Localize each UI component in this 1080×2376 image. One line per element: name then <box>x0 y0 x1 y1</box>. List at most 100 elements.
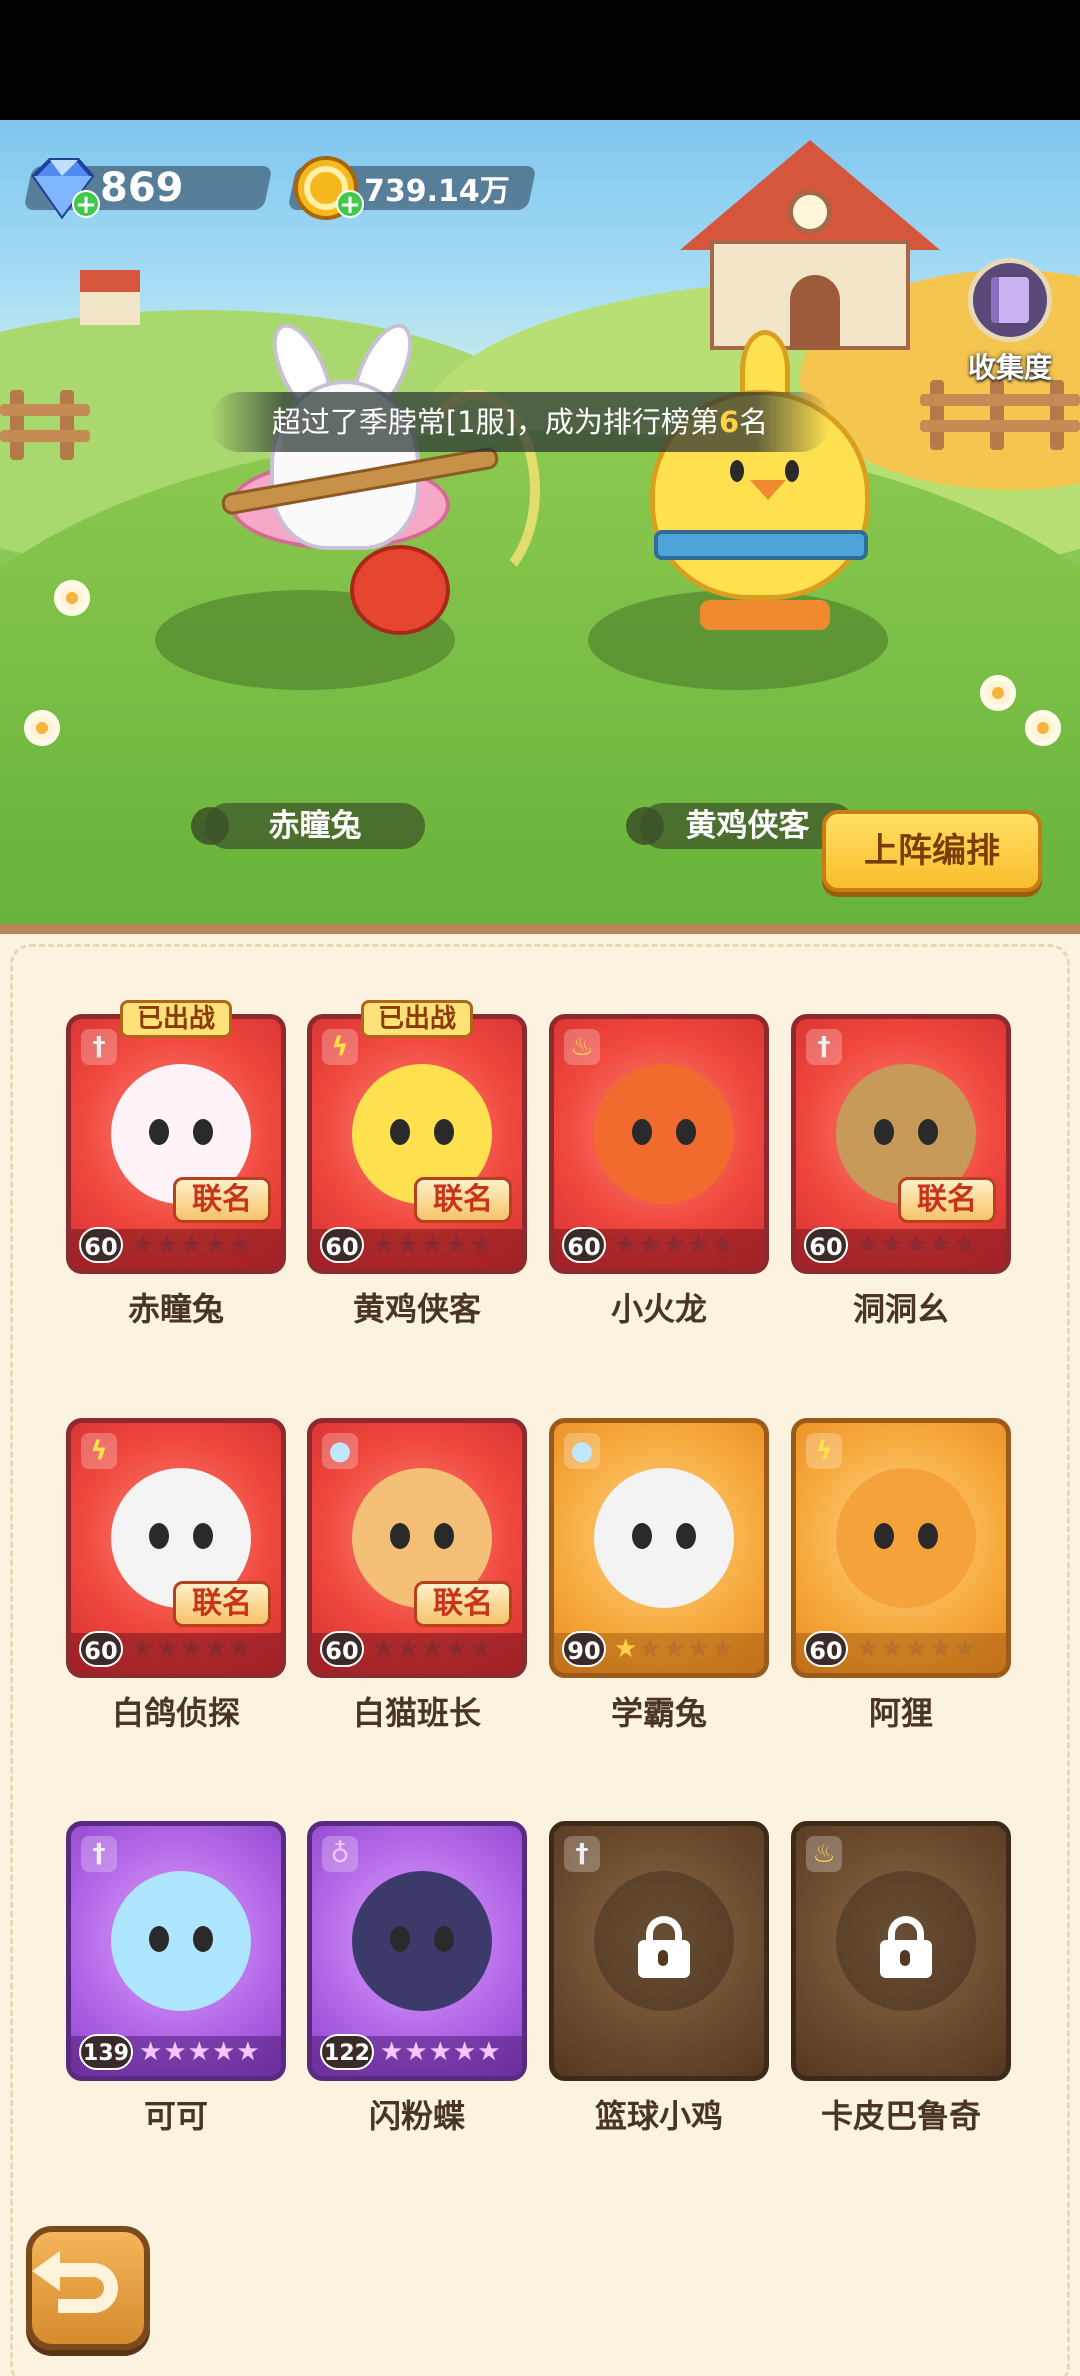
collab-badge: 联名 <box>414 1581 512 1627</box>
rank-banner: 超过了季脖常[1服]，成为排行榜第6名 <box>210 392 830 452</box>
hero-red-eye-rabbit[interactable] <box>210 315 540 650</box>
collection-label: 收集度 <box>967 351 1052 384</box>
fire-icon: ♨ <box>806 1836 842 1872</box>
star-rating: ★★★★★ <box>131 1631 253 1667</box>
level-badge: 60 <box>320 1227 364 1263</box>
thunder-icon: ϟ <box>322 1029 358 1065</box>
hero-card[interactable]: † 60 ★★★★★ 联名 <box>791 1014 1011 1274</box>
hero-portrait <box>352 1871 492 2011</box>
rank-text-suffix: 名 <box>739 405 769 439</box>
star-empty-icon: ★ <box>928 1230 954 1260</box>
hero-card[interactable]: ϟ 60 ★★★★★ 联名 <box>66 1418 286 1678</box>
star-filled-icon: ★ <box>236 2037 261 2067</box>
hero-card-name: 赤瞳兔 <box>127 1290 224 1328</box>
lantern <box>350 545 450 635</box>
sword-icon: † <box>81 1836 117 1872</box>
book-icon <box>968 258 1052 342</box>
gem-amount: 869 <box>100 165 184 211</box>
hero-card-name: 小火龙 <box>610 1290 707 1328</box>
star-empty-icon: ★ <box>372 1230 397 1260</box>
star-empty-icon: ★ <box>155 1634 180 1664</box>
hero-card[interactable]: ϟ 60 ★★★★★ 联名 <box>307 1014 527 1274</box>
level-badge: 60 <box>320 1631 364 1667</box>
water-icon: ● <box>564 1433 600 1469</box>
flower <box>980 675 1016 711</box>
back-arrow-icon <box>32 2251 118 2313</box>
flower <box>1025 710 1061 746</box>
star-rating: ★★★★★ <box>380 2034 502 2070</box>
level-badge: 60 <box>804 1631 848 1667</box>
gem-counter[interactable]: 869 + <box>23 158 273 220</box>
star-empty-icon: ★ <box>856 1634 881 1664</box>
collection-button[interactable]: 收集度 <box>955 258 1065 388</box>
collab-badge: 联名 <box>414 1177 512 1223</box>
hero-card[interactable]: ● 60 ★★★★★ 联名 <box>307 1418 527 1678</box>
hero-card-name: 白猫班长 <box>352 1694 481 1732</box>
paw-icon <box>191 807 229 845</box>
collab-badge: 联名 <box>898 1177 996 1223</box>
star-empty-icon: ★ <box>711 1230 736 1260</box>
lineup-button[interactable]: 上阵编排 <box>822 810 1042 892</box>
star-empty-icon: ★ <box>953 1230 978 1260</box>
fire-icon: ♨ <box>564 1029 600 1065</box>
status-bar <box>0 0 1080 120</box>
star-rating: ★★★★★ <box>372 1227 494 1263</box>
star-empty-icon: ★ <box>444 1230 470 1260</box>
star-empty-icon: ★ <box>638 1634 663 1664</box>
star-empty-icon: ★ <box>396 1230 421 1260</box>
hero-card-name: 白鸽侦探 <box>111 1694 240 1732</box>
star-filled-icon: ★ <box>428 2037 453 2067</box>
star-empty-icon: ★ <box>228 1634 253 1664</box>
collab-badge: 联名 <box>173 1581 271 1627</box>
star-empty-icon: ★ <box>477 2037 502 2067</box>
star-empty-icon: ★ <box>203 1634 229 1664</box>
star-empty-icon: ★ <box>904 1230 929 1260</box>
hero-card[interactable]: † 139 ★★★★★ <box>66 1821 286 2081</box>
star-filled-icon: ★ <box>163 2037 188 2067</box>
coin-counter[interactable]: 739.14万 + <box>287 156 537 220</box>
star-filled-icon: ★ <box>187 2037 212 2067</box>
hero-card[interactable]: ♨ 60 ★★★★★ <box>549 1014 769 1274</box>
hero-yellow-chick[interactable] <box>620 330 910 650</box>
level-badge: 60 <box>562 1227 606 1263</box>
star-empty-icon: ★ <box>396 1634 421 1664</box>
star-rating: ★★★★★ <box>856 1631 978 1667</box>
star-empty-icon: ★ <box>711 1634 736 1664</box>
add-gems-icon[interactable]: + <box>72 190 100 218</box>
hero-card[interactable]: ϟ 60 ★★★★★ <box>791 1418 1011 1678</box>
hero-card-name: 洞洞幺 <box>852 1290 949 1328</box>
lock-icon <box>876 1916 936 1978</box>
deployed-badge: 已出战 <box>360 1000 474 1038</box>
hero-portrait <box>594 1468 734 1608</box>
hero-card[interactable]: † <box>549 1821 769 2081</box>
star-empty-icon: ★ <box>179 1634 204 1664</box>
star-empty-icon: ★ <box>686 1634 712 1664</box>
back-button[interactable] <box>26 2226 150 2350</box>
hero-card-name: 学霸兔 <box>610 1694 707 1732</box>
potion-icon: ♁ <box>322 1836 358 1872</box>
star-empty-icon: ★ <box>420 1634 445 1664</box>
hero-card-name: 可可 <box>143 2097 208 2135</box>
star-empty-icon: ★ <box>228 1230 253 1260</box>
fence-right <box>920 380 1080 450</box>
coin-amount: 739.14万 <box>364 174 510 209</box>
farmhouse <box>680 120 940 350</box>
rank-number: 6 <box>718 405 740 439</box>
star-empty-icon: ★ <box>662 1634 687 1664</box>
hero-card[interactable]: ♁ 122 ★★★★★ <box>307 1821 527 2081</box>
star-rating: ★★★★★ <box>856 1227 978 1263</box>
collab-badge: 联名 <box>173 1177 271 1223</box>
thunder-icon: ϟ <box>806 1433 842 1469</box>
star-empty-icon: ★ <box>686 1230 712 1260</box>
star-empty-icon: ★ <box>372 1634 397 1664</box>
star-filled-icon: ★ <box>380 2037 405 2067</box>
hero-card[interactable]: ● 90 ★★★★★ <box>549 1418 769 1678</box>
battle-scene: 869 + 739.14万 + 收集度 超过了季脖常[1服]，成为排行榜第6名 … <box>0 120 1080 930</box>
hero-card[interactable]: ♨ <box>791 1821 1011 2081</box>
star-empty-icon: ★ <box>614 1230 639 1260</box>
star-filled-icon: ★ <box>452 2037 478 2067</box>
add-coins-icon[interactable]: + <box>336 190 364 218</box>
hero-name-plate-left: 赤瞳兔 <box>191 803 425 849</box>
hero-card[interactable]: † 60 ★★★★★ 联名 <box>66 1014 286 1274</box>
star-empty-icon: ★ <box>953 1634 978 1664</box>
